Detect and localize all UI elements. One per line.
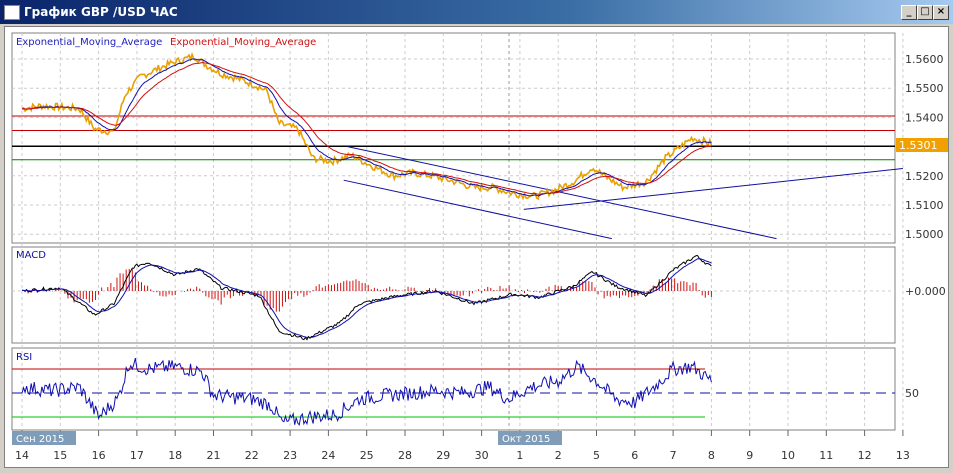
y-tick-label: 1.5600 [905,53,944,66]
x-tick-label: 22 [245,449,259,462]
x-tick-label: 11 [819,449,833,462]
macd-title: MACD [16,250,46,261]
x-tick-label: 18 [168,449,182,462]
macd-tick-label: +0.000 [905,285,946,298]
chart-svg: 14 15 16 17 18 21 22 23 24 25 28 29 30 1 2 5 6 7 8 9 10 11 12 1… [11,32,948,462]
x-tick-label: 2 [555,449,562,462]
panel-0 [11,32,896,244]
x-tick-label: 25 [360,449,374,462]
x-tick-label: 24 [321,449,335,462]
x-tick-label: 5 [593,449,600,462]
rsi-tick-label: 50 [905,387,919,400]
x-tick-label: 8 [708,449,715,462]
month-label: Окт 2015 [502,434,550,445]
x-tick-label: 9 [746,449,753,462]
x-tick-label: 30 [475,449,489,462]
x-tick-label: 21 [207,449,221,462]
x-tick-label: 23 [283,449,297,462]
legend-ema-2: Exponential_Moving_Average [170,37,316,48]
legend-ema-1: Exponential_Moving_Average [16,37,162,48]
x-tick-label: 14 [15,449,29,462]
x-tick-label: 12 [858,449,872,462]
x-tick-label: 29 [436,449,450,462]
x-tick-label: 15 [53,449,67,462]
x-tick-label: 1 [516,449,523,462]
x-tick-label: 17 [130,449,144,462]
y-tick-label: 1.5000 [905,228,944,241]
x-tick-label: 6 [631,449,638,462]
rsi-title: RSI [16,352,32,363]
y-tick-label: 1.5100 [905,199,944,212]
x-tick-label: 10 [781,449,795,462]
y-tick-label: 1.5500 [905,82,944,95]
current-price-label: 1.5301 [899,139,938,152]
x-tick-label: 13 [896,449,910,462]
x-tick-label: 28 [398,449,412,462]
y-tick-label: 1.5400 [905,111,944,124]
x-tick-label: 7 [670,449,677,462]
month-label: Сен 2015 [16,434,64,445]
y-tick-label: 1.5200 [905,170,944,183]
x-tick-label: 16 [92,449,106,462]
